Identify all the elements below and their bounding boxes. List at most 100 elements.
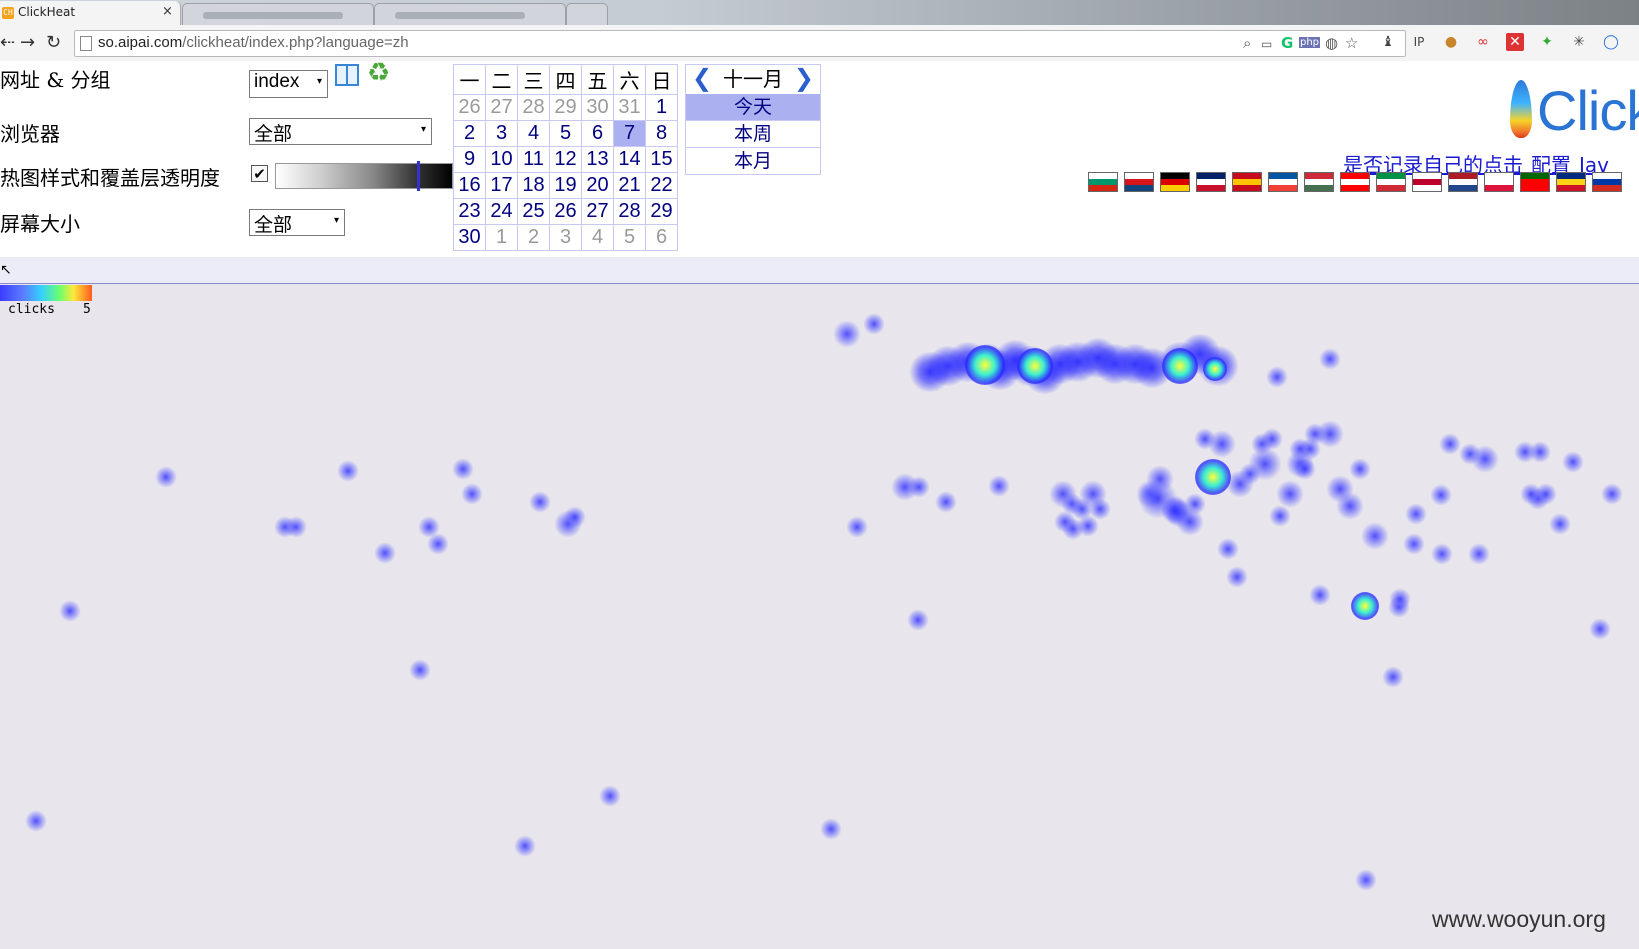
calendar-day[interactable]: 4 [581,224,614,251]
calendar-day[interactable]: 1 [485,224,518,251]
calendar-day[interactable]: 28 [517,94,550,121]
calendar-day[interactable]: 21 [613,172,646,199]
calendar-day[interactable]: 16 [453,172,486,199]
calendar-day[interactable]: 27 [485,94,518,121]
language-flag-icon[interactable] [1124,172,1154,192]
circle-icon[interactable]: ◯ [1602,33,1620,51]
calendar-day[interactable]: 30 [453,224,486,251]
language-flag-icon[interactable] [1268,172,1298,192]
calendar-day[interactable]: 23 [453,198,486,225]
language-flag-icon[interactable] [1376,172,1406,192]
language-flag-icon[interactable] [1160,172,1190,192]
language-flag-icon[interactable] [1592,172,1622,192]
calendar-day[interactable]: 5 [549,120,582,147]
calendar-day[interactable]: 29 [645,198,678,225]
calendar-day[interactable]: 26 [549,198,582,225]
spider-icon[interactable]: ✳ [1570,33,1588,51]
calendar-day[interactable]: 22 [645,172,678,199]
opacity-slider-handle[interactable] [417,161,420,191]
language-flag-icon[interactable] [1340,172,1370,192]
calendar-day[interactable]: 11 [517,146,550,173]
calendar-day[interactable]: 2 [517,224,550,251]
calendar-day[interactable]: 26 [453,94,486,121]
calendar-day[interactable]: 30 [581,94,614,121]
calendar-day[interactable]: 24 [485,198,518,225]
calendar-day[interactable]: 4 [517,120,550,147]
language-flag-icon[interactable] [1484,172,1514,192]
calendar-day[interactable]: 14 [613,146,646,173]
calendar-day[interactable]: 3 [549,224,582,251]
language-flag-icon[interactable] [1520,172,1550,192]
range-today[interactable]: 今天 [686,94,820,121]
language-flag-icon[interactable] [1412,172,1442,192]
link-icon[interactable]: ∞ [1474,33,1492,51]
calendar-day[interactable]: 1 [645,94,678,121]
next-month-icon[interactable]: ❯ [794,64,814,93]
calendar-day[interactable]: 12 [549,146,582,173]
owl-icon[interactable]: ♝ [1379,33,1397,51]
screen-size-select[interactable]: 全部 ▾ [249,209,345,236]
heatmap-style-checkbox[interactable]: ✔ [251,165,268,183]
new-tab-button[interactable] [566,3,608,27]
calendar-day[interactable]: 2 [453,120,486,147]
opacity-slider[interactable] [275,163,453,189]
heat-spot [1308,583,1332,607]
language-flag-icon[interactable] [1088,172,1118,192]
calendar-day[interactable]: 25 [517,198,550,225]
grammarly-icon[interactable]: G [1281,34,1293,52]
calendar-day[interactable]: 29 [549,94,582,121]
calendar-day[interactable]: 10 [485,146,518,173]
month-title: 十一月 [723,67,783,91]
refresh-icon[interactable]: ♻ [367,58,390,88]
language-flag-icon[interactable] [1448,172,1478,192]
heat-spot [1467,542,1491,566]
calendar-day[interactable]: 5 [613,224,646,251]
range-month[interactable]: 本月 [686,148,820,175]
calendar-day[interactable]: 17 [485,172,518,199]
url-group-select[interactable]: index ▾ [249,70,328,98]
language-flag-icon[interactable] [1304,172,1334,192]
tab-close-icon[interactable]: × [162,4,173,19]
calendar-day[interactable]: 31 [613,94,646,121]
calendar-day-selected[interactable]: 7 [613,120,646,147]
ip-icon[interactable]: IP [1410,33,1428,51]
php-icon[interactable]: php [1299,37,1321,48]
calendar-day[interactable]: 18 [517,172,550,199]
calendar-day[interactable]: 6 [581,120,614,147]
address-bar[interactable]: so.aipai.com/clickheat/index.php?languag… [74,30,1406,57]
reload-icon[interactable]: ↻ [46,32,61,53]
calendar-day[interactable]: 8 [645,120,678,147]
calendar-day[interactable]: 28 [613,198,646,225]
tab-clickheat[interactable]: CH ClickHeat × [0,1,181,25]
browser-select[interactable]: 全部 ▾ [249,118,432,145]
prev-month-icon[interactable]: ❮ [692,64,712,93]
calendar-day[interactable]: 6 [645,224,678,251]
bulb-icon[interactable]: ◍ [1325,34,1338,52]
close-ext-icon[interactable]: ✕ [1506,33,1524,51]
calendar-day[interactable]: 13 [581,146,614,173]
range-week[interactable]: 本周 [686,121,820,148]
cookie-icon[interactable]: ● [1442,33,1460,51]
layout-icon[interactable] [335,64,359,86]
star-icon[interactable]: ☆ [1345,34,1358,52]
tab-background[interactable] [182,3,374,27]
calendar-day[interactable]: 9 [453,146,486,173]
calendar-day[interactable]: 15 [645,146,678,173]
forward-icon[interactable]: → [20,32,35,53]
calendar-day[interactable]: 3 [485,120,518,147]
weekday-header: 三 [517,64,550,95]
calendar-day[interactable]: 19 [549,172,582,199]
style-label: 热图样式和覆盖层透明度 [0,166,220,190]
panel-toggle-bar[interactable] [0,257,1639,284]
language-flag-icon[interactable] [1232,172,1262,192]
language-flag-icon[interactable] [1196,172,1226,192]
heat-legend-gradient [0,285,92,301]
cast-icon[interactable]: ▭ [1261,37,1272,51]
zoom-icon[interactable]: ⌕ [1243,34,1251,52]
calendar-day[interactable]: 20 [581,172,614,199]
tab-background[interactable] [374,3,566,27]
calendar-day[interactable]: 27 [581,198,614,225]
language-flag-icon[interactable] [1556,172,1586,192]
bug-icon[interactable]: ✦ [1538,33,1556,51]
back-icon[interactable]: ⇠ [0,32,15,53]
